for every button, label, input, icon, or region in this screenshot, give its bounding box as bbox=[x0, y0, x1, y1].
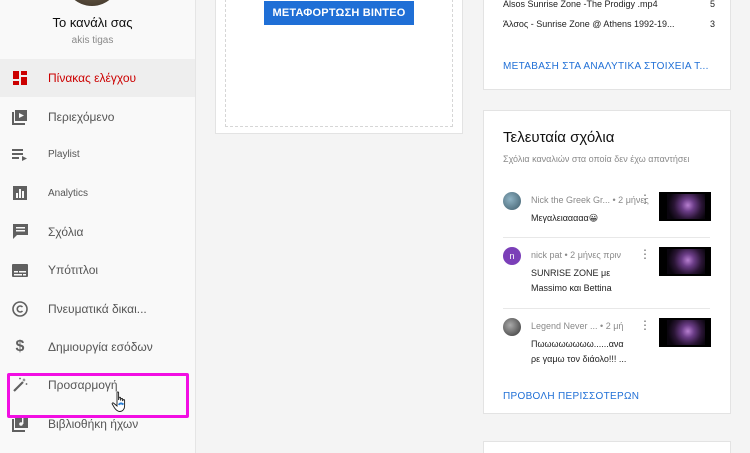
video-views: 3 bbox=[709, 19, 715, 29]
dollar-icon: $ bbox=[15, 337, 25, 355]
sidebar-item-label: Προσαρμογή bbox=[48, 378, 118, 393]
avatar[interactable] bbox=[503, 318, 521, 336]
sidebar-item-analytics[interactable]: Analytics bbox=[0, 174, 195, 212]
sidebar-item-comments[interactable]: Σχόλια bbox=[0, 213, 195, 251]
comment-text: Πωωωωωωωω......ανα ρε γαμω τον διάολο!!!… bbox=[531, 339, 627, 364]
sidebar-item-label: Πνευματικά δικαι... bbox=[48, 301, 147, 316]
video-thumbnail[interactable] bbox=[659, 318, 711, 347]
sidebar-item-label: Σχόλια bbox=[48, 224, 84, 239]
copyright-icon bbox=[11, 300, 29, 318]
more-options-icon[interactable]: ⋮ bbox=[639, 318, 651, 332]
sidebar: Το κανάλι σας akis tigas Πίνακας ελέγχου… bbox=[0, 0, 196, 453]
channel-title: Το κανάλι σας bbox=[52, 15, 133, 30]
more-options-icon[interactable]: ⋮ bbox=[639, 247, 651, 261]
sidebar-item-label: Playlist bbox=[48, 149, 80, 161]
upload-video-button[interactable]: ΜΕΤΑΦΟΡΤΩΣΗ ΒΙΝΤΕΟ bbox=[264, 1, 414, 25]
comment-item[interactable]: n nick pat • 2 μήνες πριν SUNRISE ZONE μ… bbox=[503, 247, 711, 302]
next-card bbox=[483, 441, 731, 453]
video-thumbnail[interactable] bbox=[659, 192, 711, 221]
comment-text: SUNRISE ZONE με Massimo και Bettina bbox=[531, 268, 612, 293]
video-title: Άλσος - Sunrise Zone @ Athens 1992-19... bbox=[503, 19, 675, 29]
upload-card: ΜΕΤΑΦΟΡΤΩΣΗ ΒΙΝΤΕΟ bbox=[215, 0, 463, 134]
comment-meta: Legend Never ... • 2 μή bbox=[531, 321, 623, 331]
sidebar-item-playlist[interactable]: Playlist bbox=[0, 136, 195, 174]
sidebar-item-customization[interactable]: Προσαρμογή bbox=[0, 366, 195, 404]
video-thumbnail[interactable] bbox=[659, 247, 711, 276]
comment-time: • 2 μήνες πριν bbox=[562, 250, 622, 260]
magic-wand-icon bbox=[11, 376, 29, 394]
sidebar-item-label: Πίνακας ελέγχου bbox=[48, 71, 137, 86]
comment-author[interactable]: Legend Never ... bbox=[531, 321, 598, 331]
analytics-card: Alsos Sunrise Zone -The Prodigy .mp4 5 Ά… bbox=[483, 0, 731, 90]
sidebar-item-content[interactable]: Περιεχόμενο bbox=[0, 97, 195, 135]
video-title: Alsos Sunrise Zone -The Prodigy .mp4 bbox=[503, 0, 658, 9]
hand-cursor-icon bbox=[111, 391, 126, 412]
sidebar-item-label: Analytics bbox=[48, 187, 89, 199]
avatar[interactable]: n bbox=[503, 247, 521, 265]
comments-icon bbox=[11, 223, 29, 241]
dashboard-icon bbox=[11, 69, 29, 87]
comments-subtitle: Σχόλια καναλιών στα οποία δεν έχω απαντή… bbox=[503, 154, 690, 164]
playlist-icon bbox=[11, 146, 29, 164]
channel-username: akis tigas bbox=[71, 35, 114, 46]
video-library-icon bbox=[11, 108, 29, 126]
comment-meta: Nick the Greek Gr... • 2 μήνες bbox=[531, 195, 649, 205]
sidebar-item-label: Δημιουργία εσόδων bbox=[48, 339, 153, 354]
latest-comments-card: Τελευταία σχόλια Σχόλια καναλιών στα οπο… bbox=[483, 110, 731, 414]
sidebar-item-copyright[interactable]: Πνευματικά δικαι... bbox=[0, 289, 195, 327]
sidebar-item-label: Υπότιτλοι bbox=[48, 263, 99, 278]
subtitles-icon bbox=[11, 261, 29, 279]
comments-title: Τελευταία σχόλια bbox=[503, 129, 615, 146]
divider bbox=[503, 308, 710, 309]
view-more-link[interactable]: ΠΡΟΒΟΛΗ ΠΕΡΙΣΣΟΤΕΡΩΝ bbox=[503, 391, 639, 402]
comment-item[interactable]: Nick the Greek Gr... • 2 μήνες Μεγαλειαα… bbox=[503, 192, 711, 247]
comment-time: • 2 μή bbox=[597, 321, 624, 331]
sidebar-nav: Πίνακας ελέγχου Περιεχόμενο Playlist Ana… bbox=[0, 59, 195, 443]
sidebar-item-subtitles[interactable]: Υπότιτλοι bbox=[0, 251, 195, 289]
comment-meta: nick pat • 2 μήνες πριν bbox=[531, 250, 621, 260]
analytics-icon bbox=[11, 184, 29, 202]
go-to-analytics-link[interactable]: ΜΕΤΑΒΑΣΗ ΣΤΑ ΑΝΑΛΥΤΙΚΑ ΣΤΟΙΧΕΙΑ Τ... bbox=[503, 61, 709, 72]
sidebar-item-label: Βιβλιοθήκη ήχων bbox=[48, 416, 139, 431]
comment-text: Μεγαλειααααα😀 bbox=[531, 213, 599, 223]
comment-item[interactable]: Legend Never ... • 2 μή Πωωωωωωωω......α… bbox=[503, 318, 711, 373]
avatar[interactable] bbox=[503, 192, 521, 210]
audio-library-icon bbox=[11, 415, 29, 433]
sidebar-item-audio-library[interactable]: Βιβλιοθήκη ήχων bbox=[0, 405, 195, 443]
video-views: 5 bbox=[709, 0, 715, 9]
comment-author[interactable]: Nick the Greek Gr... bbox=[531, 195, 610, 205]
divider bbox=[503, 237, 710, 238]
more-options-icon[interactable]: ⋮ bbox=[639, 192, 651, 206]
comment-author[interactable]: nick pat bbox=[531, 250, 562, 260]
sidebar-item-dashboard[interactable]: Πίνακας ελέγχου bbox=[0, 59, 195, 98]
sidebar-item-monetization[interactable]: $ Δημιουργία εσόδων bbox=[0, 328, 195, 366]
channel-avatar[interactable] bbox=[64, 0, 120, 6]
sidebar-item-label: Περιεχόμενο bbox=[48, 109, 115, 124]
